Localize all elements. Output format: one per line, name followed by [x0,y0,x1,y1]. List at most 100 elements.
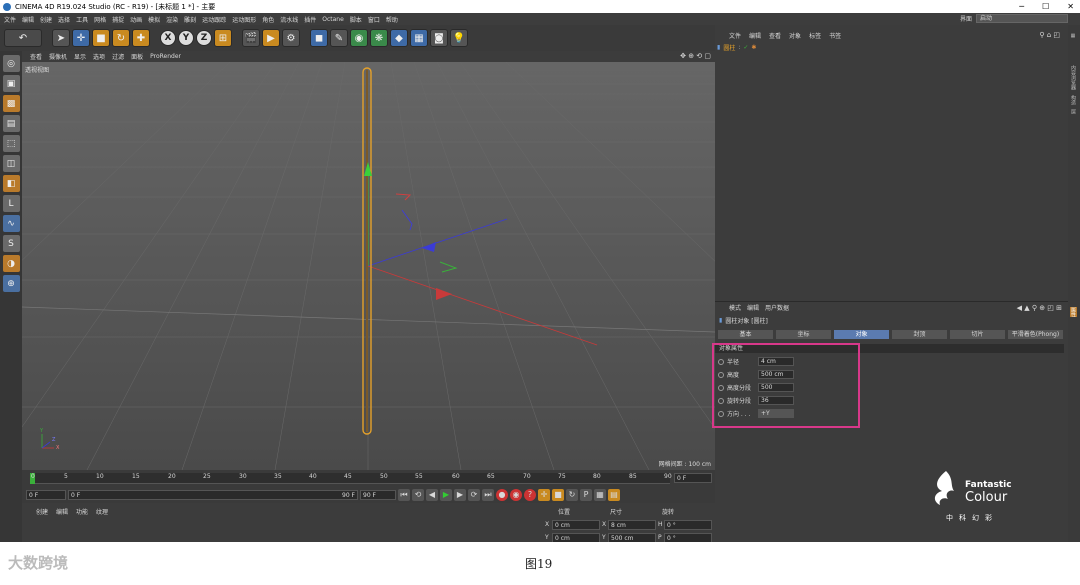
tab-coord[interactable]: 坐标 [776,330,831,339]
edge-tab-content-browser[interactable]: 内容浏览器 [1070,65,1077,90]
maximize-button[interactable]: ☐ [1042,0,1049,13]
scale-tool-icon[interactable]: ■ [92,29,110,47]
layout-select[interactable]: 启动 [976,14,1068,23]
timeline-window-icon[interactable]: ▤ [608,488,620,501]
select-tool-icon[interactable]: ➤ [52,29,70,47]
points-mode-icon[interactable]: ⬚ [2,135,20,152]
menu-sculpt[interactable]: 雕刻 [184,15,196,24]
key-scale-icon[interactable]: ■ [552,488,564,501]
render-picture-viewer-icon[interactable]: ▶ [262,29,280,47]
menu-window[interactable]: 窗口 [368,15,380,24]
recent-tool-icon[interactable]: ✚ [132,29,150,47]
viewport-menu-filter[interactable]: 过滤 [112,52,124,61]
close-button[interactable]: ✕ [1067,0,1074,13]
snap-icon[interactable]: S [2,235,20,252]
edge-tab-layers[interactable]: 层 [1070,109,1077,114]
auto-key-icon[interactable]: ◉ [510,488,522,501]
perspective-viewport[interactable]: 透视视图 Y Z X 网格间距 : 100 cm [22,62,715,470]
phong-tag-icon[interactable]: ✱ [751,44,756,51]
material-menu-create[interactable]: 创建 [36,507,48,516]
prev-key-icon[interactable]: ⟲ [412,488,424,501]
coordinate-system-icon[interactable]: ⊞ [214,29,232,47]
key-pla-icon[interactable]: ▦ [594,488,606,501]
deformer-icon[interactable]: ◆ [390,29,408,47]
attrmenu-mode[interactable]: 模式 [729,303,741,312]
key-position-icon[interactable]: ✛ [538,488,550,501]
tab-slice[interactable]: 切片 [950,330,1005,339]
cube-primitive-icon[interactable]: ◼ [310,29,328,47]
lock-workplane-icon[interactable]: ⊕ [2,275,20,292]
preview-range-slider[interactable]: 0 F 90 F [68,489,358,500]
tab-phong[interactable]: 平滑着色(Phong) [1008,330,1063,339]
workplane-mode-icon[interactable]: ▤ [2,115,20,132]
menu-script[interactable]: 脚本 [350,15,362,24]
material-menu-function[interactable]: 功能 [76,507,88,516]
prev-frame-icon[interactable]: ◀ [426,488,438,501]
rotate-tool-icon[interactable]: ↻ [112,29,130,47]
menu-mograph[interactable]: 运动图形 [232,15,256,24]
material-menu-edit[interactable]: 编辑 [56,507,68,516]
model-mode-icon[interactable]: ▣ [2,75,20,92]
menu-help[interactable]: 帮助 [386,15,398,24]
objmenu-bookmarks[interactable]: 书签 [829,31,841,40]
viewport-menu-options[interactable]: 选项 [93,52,105,61]
attrmenu-edit[interactable]: 编辑 [747,303,759,312]
light-icon[interactable]: 💡 [450,29,468,47]
menu-create[interactable]: 创建 [40,15,52,24]
menu-mesh[interactable]: 网格 [94,15,106,24]
make-editable-icon[interactable]: ◎ [2,55,20,72]
object-row-cylinder[interactable]: ▮ 圆柱 : ✓ ✱ [717,43,1057,52]
edges-mode-icon[interactable]: ◫ [2,155,20,172]
end-time-field[interactable]: 90 F [360,489,396,500]
key-param-icon[interactable]: P [580,488,592,501]
objmenu-edit[interactable]: 编辑 [749,31,761,40]
menu-plugins[interactable]: 插件 [304,15,316,24]
menu-edit[interactable]: 编辑 [22,15,34,24]
attrmenu-userdata[interactable]: 用户数据 [765,303,789,312]
position-x-field[interactable]: 0 cm [552,520,600,530]
menu-select[interactable]: 选择 [58,15,70,24]
enabled-check-icon[interactable]: ✓ [743,44,748,51]
viewport-nav-icon[interactable]: ✥ ⊕ ⟲ ▢ [680,52,711,60]
menu-tools[interactable]: 工具 [76,15,88,24]
undo-button[interactable]: ↶ [4,29,42,47]
attr-nav-icons[interactable]: ◀ ▲ ⚲ ⊕ ◰ ⊞ [1017,304,1062,312]
mograph-cloner-icon[interactable]: ❋ [370,29,388,47]
menu-octane[interactable]: Octane [322,16,344,23]
polygons-mode-icon[interactable]: ◧ [2,175,20,192]
tab-object[interactable]: 对象 [834,330,889,339]
rotation-h-field[interactable]: 0 ° [664,520,712,530]
magnet-icon[interactable]: ◑ [2,255,20,272]
current-frame-field[interactable]: 0 F [674,473,712,483]
material-menu-texture[interactable]: 纹理 [96,507,108,516]
edge-tab-structure[interactable]: 构造 [1070,95,1077,105]
render-settings-icon[interactable]: ⚙ [282,29,300,47]
keyframe-selection-icon[interactable]: ? [524,488,536,501]
timeline-ruler[interactable]: 0 5 10 15 20 25 30 35 40 45 50 55 60 65 … [22,470,715,486]
menu-snap[interactable]: 捕捉 [112,15,124,24]
axis-mode-icon[interactable]: L [2,195,20,212]
menu-render[interactable]: 渲染 [166,15,178,24]
menu-file[interactable]: 文件 [4,15,16,24]
objmenu-objects[interactable]: 对象 [789,31,801,40]
edge-tab-objects[interactable]: ▦ [1070,33,1076,39]
minimize-button[interactable]: ─ [1019,0,1024,13]
viewport-menu-display[interactable]: 显示 [74,52,86,61]
texture-mode-icon[interactable]: ▩ [2,95,20,112]
key-rotation-icon[interactable]: ↻ [566,488,578,501]
edge-tab-attributes[interactable]: 属性 [1070,307,1077,317]
subdivision-surface-icon[interactable]: ◉ [350,29,368,47]
viewport-menu-view[interactable]: 查看 [30,52,42,61]
z-axis-lock-icon[interactable]: Z [196,30,212,46]
play-icon[interactable]: ▶ [440,488,452,501]
goto-start-icon[interactable]: ⏮ [398,488,410,501]
next-key-icon[interactable]: ⟳ [468,488,480,501]
objmenu-tags[interactable]: 标签 [809,31,821,40]
y-axis-lock-icon[interactable]: Y [178,30,194,46]
tab-basic[interactable]: 基本 [718,330,773,339]
objmgr-search-icon[interactable]: ⚲ ⌂ ◰ [1039,31,1060,39]
camera-icon[interactable]: ◙ [430,29,448,47]
objmenu-file[interactable]: 文件 [729,31,741,40]
size-x-field[interactable]: 8 cm [608,520,656,530]
menu-simulate[interactable]: 模拟 [148,15,160,24]
